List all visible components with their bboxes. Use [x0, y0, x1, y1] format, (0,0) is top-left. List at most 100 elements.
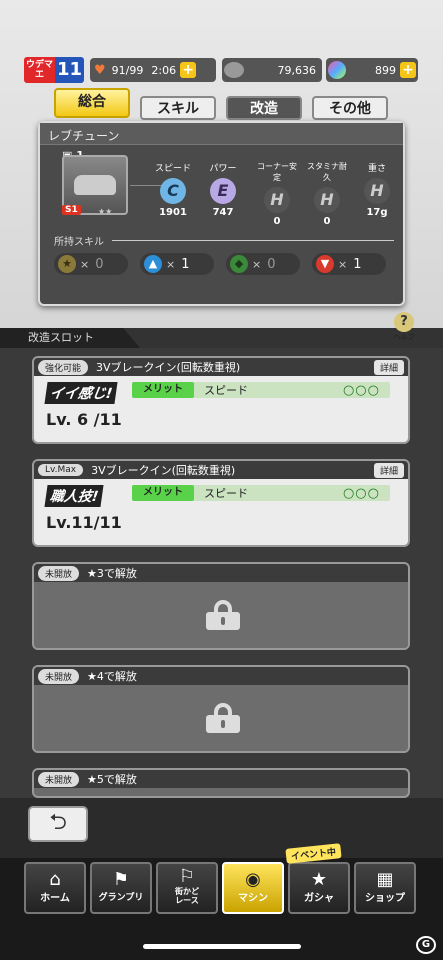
slot-part-name: 3Vブレークイン(回転数重視) [91, 464, 236, 477]
slot-body [34, 582, 408, 648]
skill-star-count: 0 [95, 256, 104, 272]
car-stars: ★★ [98, 207, 113, 216]
slot-status-tag: 強化可能 [38, 359, 89, 375]
owned-skills-header: 所持スキル [54, 233, 394, 248]
slot-card[interactable]: Lv.Max 3Vブレークイン(回転数重視) 詳細 職人技! Lv.11/11 … [32, 459, 410, 547]
times-sign: × [252, 257, 262, 271]
stat-power-label: パワー [209, 164, 237, 174]
stat-weight: 重さ H 17g [359, 161, 395, 218]
owned-skills-label: 所持スキル [54, 237, 104, 248]
nav-machine-label: マシン [238, 893, 268, 904]
tab-skill[interactable]: スキル [140, 96, 216, 120]
nav-shop[interactable]: ▦ ショップ [354, 862, 416, 914]
slot-part-name: 3Vブレークイン(回転数重視) [96, 361, 241, 374]
stat-corner: コーナー安定 H 0 [255, 161, 299, 227]
machine-name: レブチューン [40, 123, 403, 145]
stamina-plus-button[interactable]: + [180, 62, 197, 78]
stat-speed-grade: C [160, 178, 186, 204]
nav-home[interactable]: ⌂ ホーム [24, 862, 86, 914]
stat-power-value: 747 [212, 207, 234, 218]
nav-street-race[interactable]: ⚐ 街かど レース [156, 862, 218, 914]
car-image-icon [74, 175, 116, 195]
heart-icon: ♥ [94, 62, 106, 78]
unlock-condition: ★4で解放 [87, 670, 137, 683]
skill-down-count: 1 [353, 256, 362, 272]
car-icon: ◉ [245, 869, 261, 890]
stat-stamina-value: 0 [323, 216, 331, 227]
nav-grandprix-label: グランプリ [98, 893, 144, 903]
slot-header: 未開放 ★3で解放 [34, 564, 408, 582]
slot-section-label: 改造スロット [0, 328, 140, 348]
slot-header: 未開放 ★5で解放 [34, 770, 408, 788]
stats-row: スピード C 1901 パワー E 747 コーナー安定 H 0 スタミナ耐久 … [155, 161, 395, 227]
nav-grandprix[interactable]: ⚑ グランプリ [90, 862, 152, 914]
stat-speed: スピード C 1901 [155, 161, 191, 218]
gem-icon [328, 61, 346, 79]
quality-badge: イイ感じ! [44, 382, 118, 404]
back-button[interactable]: ⮌ [28, 806, 88, 842]
toolbox-icon: ⌂ [49, 869, 61, 890]
slot-status-tag: 未開放 [38, 771, 80, 787]
tab-bar: 総合 スキル 改造 その他 [24, 88, 424, 122]
divider [112, 240, 394, 241]
stat-corner-grade: H [264, 187, 290, 213]
stat-stamina-grade: H [314, 187, 340, 213]
gems-value: 899 [375, 63, 396, 77]
slot-level: Lv. 6 /11 [46, 410, 122, 429]
nav-gacha[interactable]: ★ ガシャ [288, 862, 350, 914]
detail-button[interactable]: 詳細 [373, 463, 404, 478]
help-button[interactable]: ? ヘルプ [392, 312, 416, 342]
stamina-display: ♥ 91/99 2:06 + [90, 58, 216, 82]
slot-list[interactable]: 強化可能 3Vブレークイン(回転数重視) 詳細 イイ感じ! Lv. 6 /11 … [0, 348, 443, 798]
nav-machine[interactable]: ◉ マシン [222, 862, 284, 914]
tab-overview[interactable]: 総合 [54, 88, 130, 118]
star-laurel-icon: ★ [310, 869, 328, 890]
unlock-condition: ★3で解放 [87, 567, 137, 580]
merit-marks: ○○○ [342, 485, 380, 501]
machine-info-panel: レブチューン ▣ 1 S1 ★★ スピード C 1901 パワー E 747 コ… [38, 121, 405, 306]
runners-icon: ⚐ [178, 866, 196, 887]
coins-display: 79,636 [222, 58, 322, 82]
star-icon: ★ [58, 255, 76, 273]
slot-card[interactable]: 強化可能 3Vブレークイン(回転数重視) 詳細 イイ感じ! Lv. 6 /11 … [32, 356, 410, 444]
merit-row: メリット スピード ○○○ [132, 485, 390, 501]
skill-down: ▼ × 1 [312, 253, 386, 275]
nav-home-label: ホーム [40, 893, 70, 904]
slot-header: 強化可能 3Vブレークイン(回転数重視) 詳細 [34, 358, 408, 376]
coin-icon [224, 62, 244, 78]
locked-slot-card[interactable]: 未開放 ★4で解放 [32, 665, 410, 753]
merit-marks: ○○○ [342, 382, 380, 398]
locked-slot-card[interactable]: 未開放 ★5で解放 [32, 768, 410, 798]
times-sign: × [338, 257, 348, 271]
tab-modify[interactable]: 改造 [226, 96, 302, 120]
skill-up-count: 1 [181, 256, 190, 272]
rank-label: ウデマエ [24, 57, 55, 83]
times-sign: × [166, 257, 176, 271]
unlock-condition: ★5で解放 [87, 773, 137, 786]
slot-status-tag: Lv.Max [38, 464, 84, 476]
locked-slot-card[interactable]: 未開放 ★3で解放 [32, 562, 410, 650]
stat-power: パワー E 747 [205, 161, 241, 218]
diamond-icon: ◆ [230, 255, 248, 273]
stat-weight-label: 重さ [367, 164, 386, 174]
gems-plus-button[interactable]: + [400, 62, 416, 78]
detail-button[interactable]: 詳細 [373, 360, 404, 375]
stat-weight-value: 17g [366, 207, 388, 218]
merit-label: メリット [132, 382, 194, 398]
nav-street-race-label: 街かど レース [175, 887, 199, 905]
slot-level: Lv.11/11 [46, 513, 122, 532]
stat-power-grade: E [210, 178, 236, 204]
watermark-logo: G [416, 936, 436, 954]
slot-body: イイ感じ! Lv. 6 /11 メリット スピード ○○○ [34, 376, 408, 442]
car-class-badge: S1 [62, 205, 81, 215]
stat-stamina-label: スタミナ耐久 [307, 162, 347, 182]
stat-speed-value: 1901 [159, 207, 187, 218]
home-indicator[interactable] [143, 944, 301, 949]
tab-other[interactable]: その他 [312, 96, 388, 120]
stat-stamina: スタミナ耐久 H 0 [305, 161, 349, 227]
nav-shop-label: ショップ [365, 893, 405, 904]
stamina-timer: 2:06 [151, 63, 177, 77]
back-arrow-icon: ⮌ [49, 810, 67, 835]
nav-gacha-label: ガシャ [304, 893, 334, 904]
gems-display: 899 + [326, 58, 418, 82]
